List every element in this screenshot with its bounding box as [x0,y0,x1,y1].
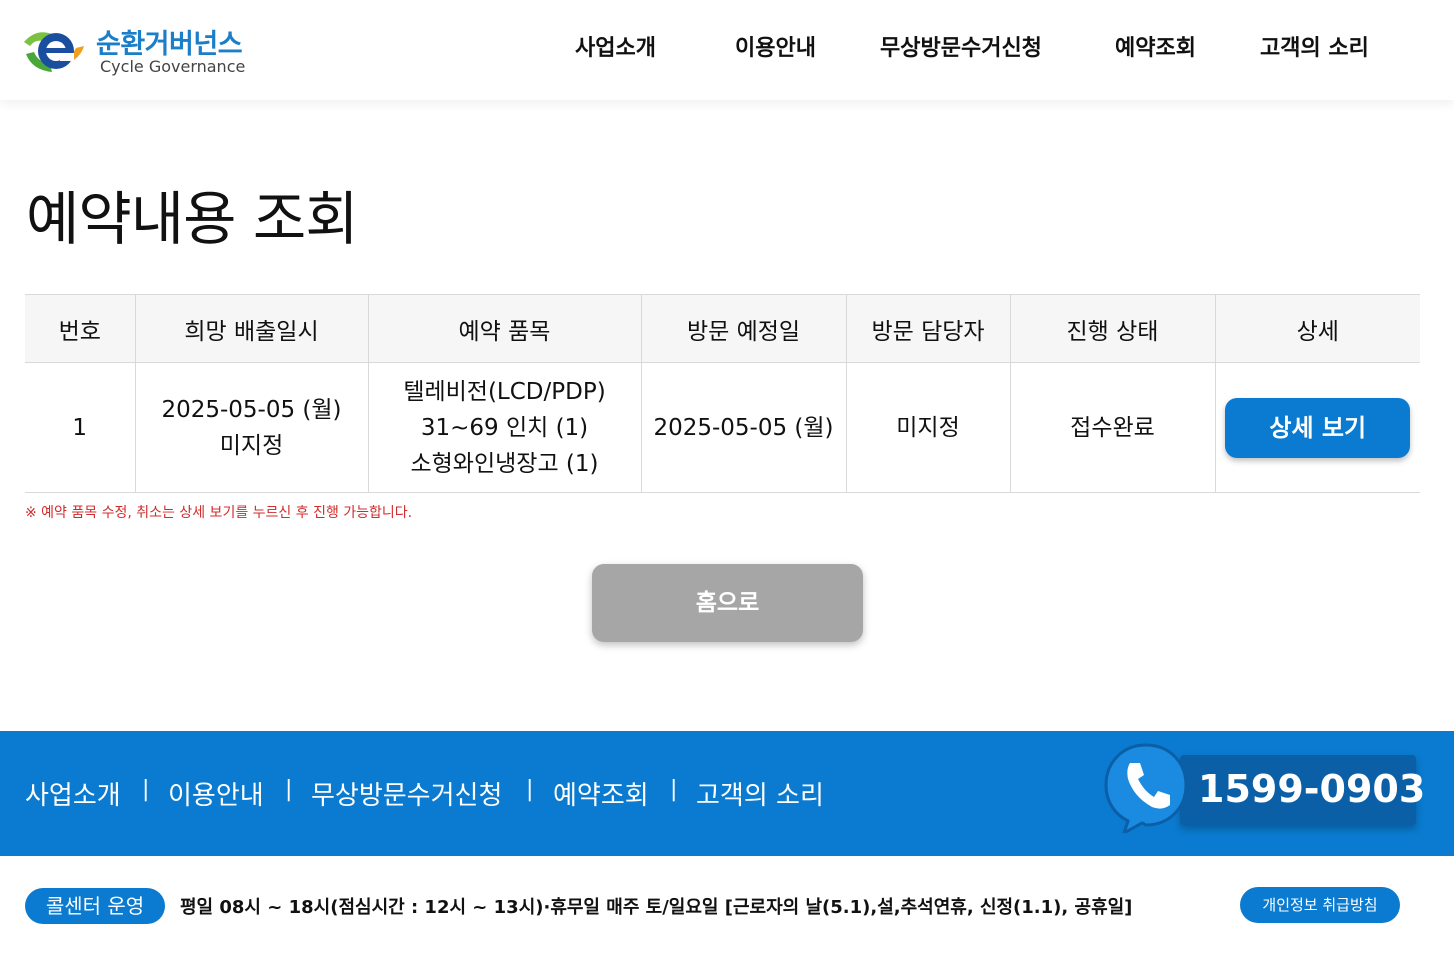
item-line: 소형와인냉장고 (1) [410,450,599,477]
header-manager: 방문 담당자 [845,294,1010,363]
page-title: 예약내용 조회 [26,185,359,253]
cell-detail: 상세 보기 [1214,362,1420,493]
wish-time-text: 미지정 [219,432,284,459]
site-logo[interactable]: 순환거버넌스 Cycle Governance [22,20,262,80]
footer-separator: | [285,777,293,802]
header-status: 진행 상태 [1009,294,1215,363]
reservation-table: 번호 희망 배출일시 예약 품목 방문 예정일 방문 담당자 진행 상태 상세 … [25,294,1420,493]
footer-nav-customer-voice[interactable]: 고객의 소리 [696,775,824,812]
footer-separator: | [142,777,150,802]
privacy-policy-button[interactable]: 개인정보 취급방침 [1240,887,1400,923]
footer-nav-free-pickup-request[interactable]: 무상방문수거신청 [311,775,502,812]
edit-cancel-notice: ※ 예약 품목 수정, 취소는 상세 보기를 누르신 후 진행 가능합니다. [25,505,413,521]
cell-manager: 미지정 [845,362,1010,493]
footer-nav-reservation-lookup[interactable]: 예약조회 [553,775,649,812]
site-header: 순환거버넌스 Cycle Governance 사업소개 이용안내 무상방문수거… [0,0,1454,100]
item-line: 31~69 인치 (1) [420,414,589,441]
cell-visit-date: 2025-05-05 (월) [640,362,846,493]
wish-date-text: 2025-05-05 (월) [161,396,342,423]
callcenter-phone-number: 1599-0903 [1198,767,1426,811]
nav-reservation-lookup[interactable]: 예약조회 [1115,30,1196,64]
nav-free-pickup-request[interactable]: 무상방문수거신청 [880,30,1042,64]
header-no: 번호 [25,294,135,363]
footer-nav-bar: 사업소개 | 이용안내 | 무상방문수거신청 | 예약조회 | 고객의 소리 1… [0,731,1454,856]
footer-separator: | [526,777,534,802]
logo-english-text: Cycle Governance [100,57,246,76]
footer-nav-business-intro[interactable]: 사업소개 [25,775,121,812]
callcenter-hours: 평일 08시 ~ 18시(점심시간 : 12시 ~ 13시)·휴무일 매주 토/… [180,897,1133,918]
home-button[interactable]: 홈으로 [592,564,863,642]
cell-no: 1 [25,362,135,493]
item-line: 텔레비전(LCD/PDP) [403,378,606,405]
footer-nav-usage-guide[interactable]: 이용안내 [168,775,264,812]
logo-e-icon [24,32,84,72]
phone-icon [1104,743,1188,833]
footer-separator: | [670,777,678,802]
cell-items: 텔레비전(LCD/PDP) 31~69 인치 (1) 소형와인냉장고 (1) [367,362,641,493]
view-detail-button[interactable]: 상세 보기 [1225,397,1411,458]
callcenter-badge: 콜센터 운영 [25,888,165,924]
logo-korean-text: 순환거버넌스 [96,29,243,60]
callcenter-phone-box[interactable]: 1599-0903 [1180,755,1425,825]
cell-wish-date: 2025-05-05 (월) 미지정 [134,362,368,493]
cell-status: 접수완료 [1009,362,1215,493]
header-detail: 상세 [1214,294,1420,363]
nav-usage-guide[interactable]: 이용안내 [735,30,816,64]
header-visit-date: 방문 예정일 [640,294,846,363]
header-items: 예약 품목 [367,294,641,363]
table-header-row: 번호 희망 배출일시 예약 품목 방문 예정일 방문 담당자 진행 상태 상세 [25,294,1420,363]
nav-business-intro[interactable]: 사업소개 [575,30,656,64]
nav-customer-voice[interactable]: 고객의 소리 [1260,30,1369,64]
header-wish-date: 희망 배출일시 [134,294,368,363]
table-row: 1 2025-05-05 (월) 미지정 텔레비전(LCD/PDP) 31~69… [25,362,1420,493]
